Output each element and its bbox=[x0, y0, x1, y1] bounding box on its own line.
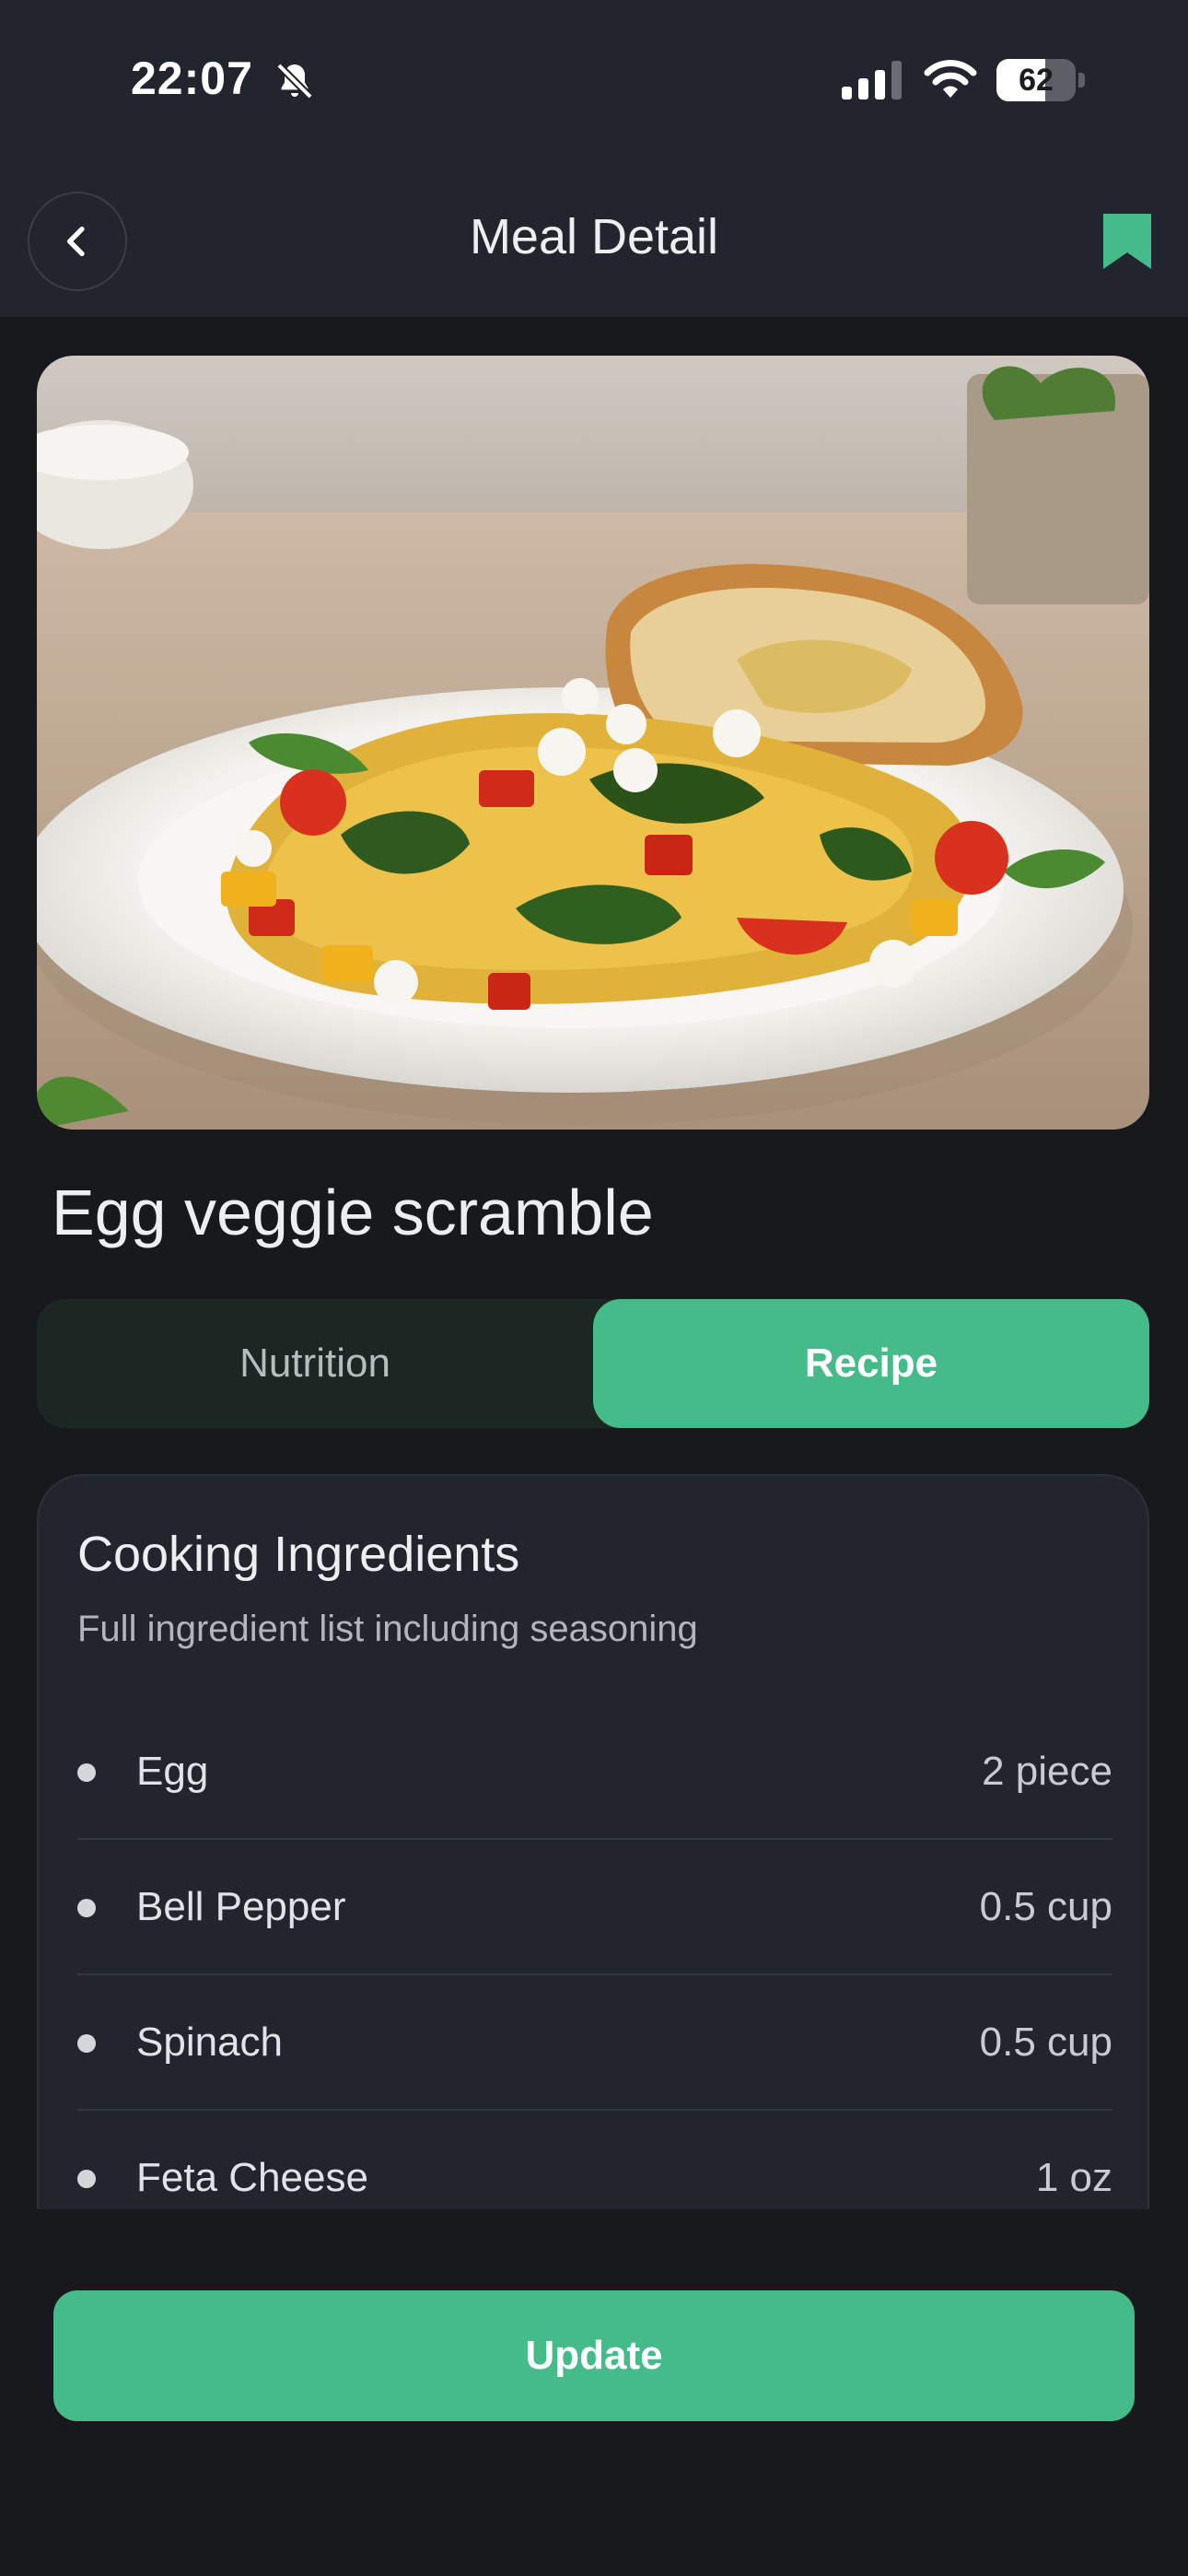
detail-tabs: Nutrition Recipe bbox=[37, 1299, 1149, 1428]
update-button[interactable]: Update bbox=[53, 2290, 1135, 2421]
battery-cap bbox=[1078, 73, 1085, 88]
bullet-icon bbox=[77, 2034, 96, 2053]
ingredient-row: Bell Pepper 0.5 cup bbox=[77, 1840, 1112, 1975]
bullet-icon bbox=[77, 1763, 96, 1782]
meal-photo-illustration bbox=[37, 356, 1149, 1130]
wifi-icon bbox=[924, 60, 977, 98]
ingredient-name: Spinach bbox=[136, 2020, 284, 2065]
ingredient-amount: 1 oz bbox=[1035, 2155, 1112, 2200]
ingredient-name: Feta Cheese bbox=[136, 2155, 368, 2200]
tab-nutrition[interactable]: Nutrition bbox=[37, 1299, 593, 1428]
ingredient-row: Spinach 0.5 cup bbox=[77, 1975, 1112, 2111]
top-bar: 22:07 62 Meal Detail bbox=[0, 0, 1188, 317]
bullet-icon bbox=[77, 1899, 96, 1917]
battery-level: 62 bbox=[1019, 63, 1054, 98]
ingredients-title: Cooking Ingredients bbox=[77, 1527, 520, 1582]
tab-recipe[interactable]: Recipe bbox=[593, 1299, 1149, 1428]
meal-detail-screen: 22:07 62 Meal Detail Egg veggie scramble… bbox=[0, 0, 1188, 2576]
ingredient-row: Egg 2 piece bbox=[77, 1704, 1112, 1840]
ingredient-amount: 0.5 cup bbox=[979, 2020, 1112, 2065]
meal-name: Egg veggie scramble bbox=[52, 1177, 654, 1248]
bell-slash-icon bbox=[276, 63, 313, 100]
bookmark-icon[interactable] bbox=[1103, 214, 1151, 269]
meal-photo bbox=[37, 356, 1149, 1130]
ingredient-amount: 0.5 cup bbox=[979, 1884, 1112, 1929]
battery-body: 62 bbox=[996, 59, 1076, 101]
ingredients-card: Cooking Ingredients Full ingredient list… bbox=[37, 1474, 1149, 2211]
status-time: 22:07 bbox=[131, 53, 253, 104]
ingredient-row: Feta Cheese 1 oz bbox=[77, 2111, 1112, 2211]
ingredient-name: Bell Pepper bbox=[136, 1884, 346, 1929]
battery-icon: 62 bbox=[996, 59, 1085, 101]
ingredient-amount: 2 piece bbox=[982, 1749, 1112, 1794]
cellular-signal-icon bbox=[842, 61, 902, 100]
bullet-icon bbox=[77, 2170, 96, 2188]
ingredient-name: Egg bbox=[136, 1749, 209, 1794]
ingredients-subtitle: Full ingredient list including seasoning bbox=[77, 1609, 698, 1649]
page-title: Meal Detail bbox=[469, 209, 719, 264]
